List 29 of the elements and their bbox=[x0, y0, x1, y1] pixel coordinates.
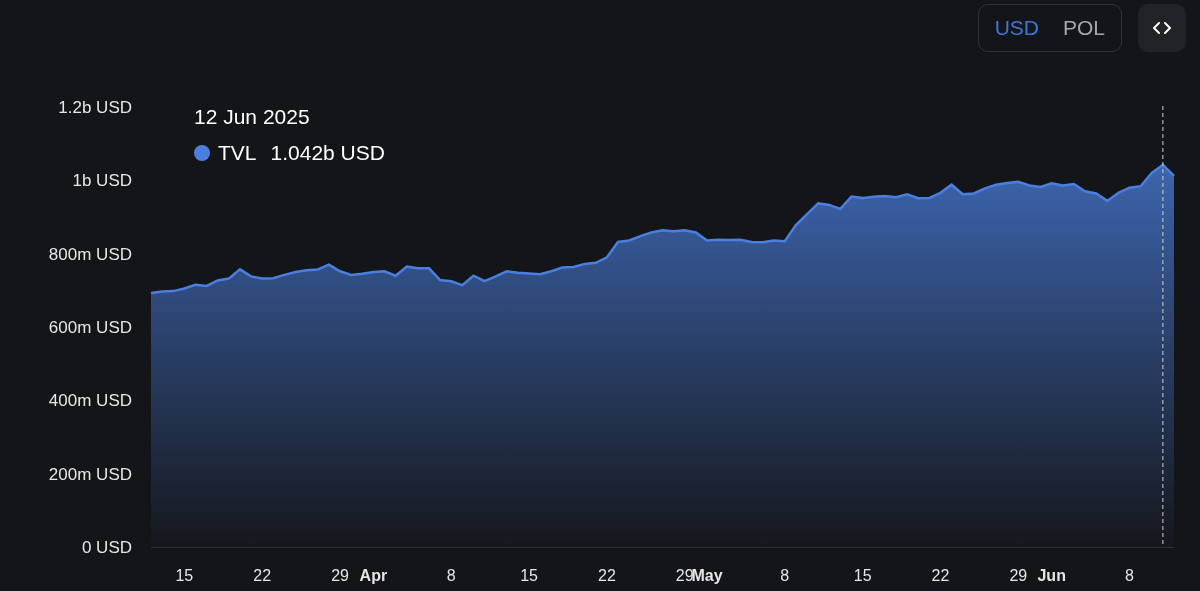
code-icon bbox=[1153, 21, 1171, 35]
y-axis-label: 1b USD bbox=[72, 171, 132, 191]
x-axis-label: 29 bbox=[331, 567, 349, 584]
x-axis-label: 22 bbox=[253, 567, 272, 584]
x-axis-label: May bbox=[691, 567, 723, 584]
x-axis-label: 15 bbox=[175, 567, 194, 584]
series-name: TVL bbox=[218, 141, 257, 166]
x-axis-label: 22 bbox=[931, 567, 950, 584]
tooltip-date: 12 Jun 2025 bbox=[194, 105, 311, 130]
x-axis-label: 29 bbox=[1009, 567, 1028, 584]
x-axis-label: 15 bbox=[520, 567, 538, 584]
y-axis-label: 0 USD bbox=[81, 538, 132, 557]
embed-button[interactable] bbox=[1138, 4, 1186, 52]
currency-tab[interactable]: USD bbox=[982, 9, 1051, 47]
y-axis-label: 1.2b USD bbox=[58, 98, 132, 117]
y-axis-label: 400m USD bbox=[48, 391, 132, 411]
x-axis-label: 15 bbox=[853, 567, 872, 584]
x-axis-label: 8 bbox=[446, 567, 456, 584]
x-axis-label: 8 bbox=[780, 567, 790, 584]
y-axis-label: 200m USD bbox=[48, 464, 132, 484]
currency-tab[interactable]: POL bbox=[1050, 9, 1117, 47]
series-value: 1.042b USD bbox=[270, 141, 385, 166]
x-axis-label: 8 bbox=[1125, 567, 1134, 584]
y-axis-label: 800m USD bbox=[48, 244, 132, 264]
x-axis-label: Jun bbox=[1037, 567, 1066, 584]
y-axis-label: 600m USD bbox=[48, 318, 132, 337]
x-axis-label: Apr bbox=[359, 567, 388, 584]
x-axis-label: 29 bbox=[675, 567, 694, 584]
x-axis-label: 22 bbox=[598, 567, 616, 584]
